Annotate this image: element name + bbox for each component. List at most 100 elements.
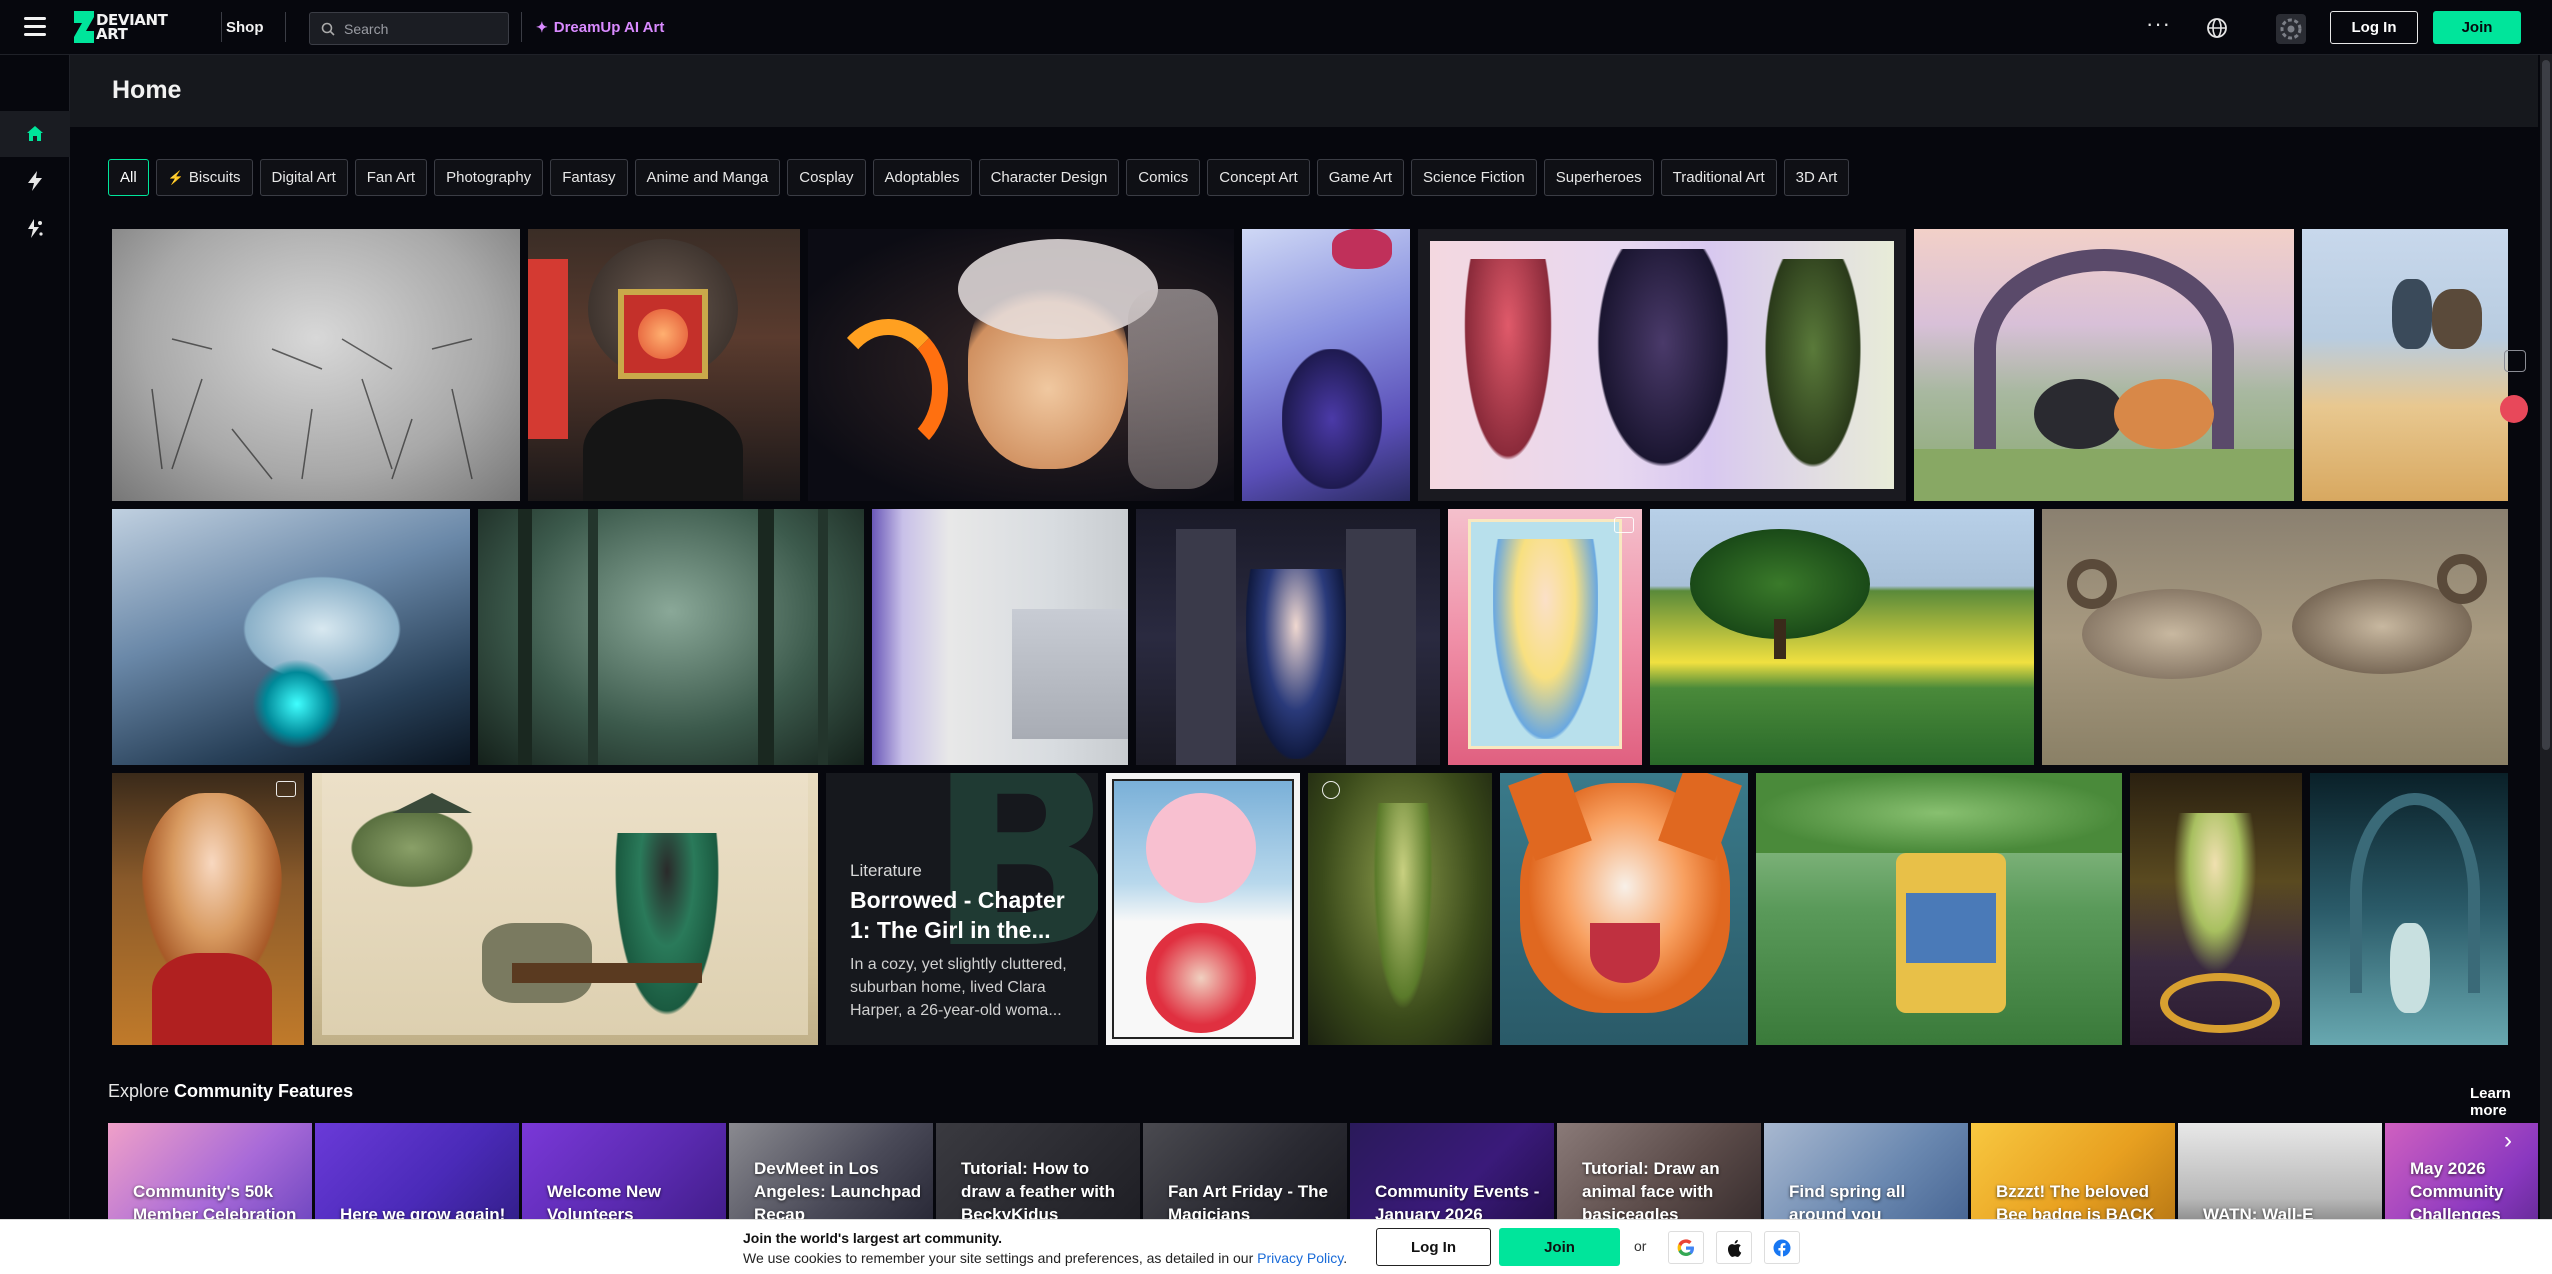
deviation-thumbnail[interactable] xyxy=(478,509,864,765)
deviantart-logo[interactable]: DEVIANT ART xyxy=(74,11,168,43)
search-box[interactable] xyxy=(309,12,509,45)
category-chip-science-fiction[interactable]: Science Fiction xyxy=(1411,159,1537,196)
cookie-end: . xyxy=(1343,1250,1348,1266)
literature-title: Borrowed - Chapter 1: The Girl in the... xyxy=(850,887,1065,943)
chip-label: All xyxy=(120,169,137,186)
gallery-view-icon[interactable] xyxy=(2504,350,2526,372)
deviation-thumbnail[interactable] xyxy=(1242,229,1410,501)
feature-card-label: DevMeet in Los Angeles: Launchpad Recap xyxy=(754,1159,922,1224)
deviation-thumbnail[interactable] xyxy=(1106,773,1300,1045)
deviation-thumbnail[interactable] xyxy=(1136,509,1440,765)
page-title: Home xyxy=(112,76,182,104)
deviation-thumbnail[interactable] xyxy=(1650,509,2034,765)
category-chip-comics[interactable]: Comics xyxy=(1126,159,1201,196)
deviation-thumbnail[interactable] xyxy=(528,229,800,501)
explore-heading: Explore Community Features xyxy=(108,1081,353,1102)
join-button[interactable]: Join xyxy=(2433,11,2521,44)
chip-label: Digital Art xyxy=(271,169,336,186)
deviation-thumbnail[interactable] xyxy=(1756,773,2122,1045)
deviation-gallery: B Literature Borrowed - Chapter 1: The G… xyxy=(112,229,2508,1101)
cookie-login-button[interactable]: Log In xyxy=(1376,1228,1491,1266)
search-icon xyxy=(321,22,335,36)
deviation-thumbnail[interactable] xyxy=(1914,229,2294,501)
category-chip-concept-art[interactable]: Concept Art xyxy=(1207,159,1310,196)
chip-label: Traditional Art xyxy=(1672,169,1765,186)
category-chip-game-art[interactable]: Game Art xyxy=(1316,159,1405,196)
deviation-thumbnail[interactable] xyxy=(2042,509,2508,765)
learn-more-link[interactable]: Learn more xyxy=(2470,1085,2538,1119)
deviantart-logo-icon xyxy=(74,11,94,43)
scrollbar-thumb[interactable] xyxy=(2542,60,2550,750)
category-chip-all[interactable]: All xyxy=(108,159,149,196)
deviation-thumbnail[interactable] xyxy=(1448,509,1642,765)
globe-icon[interactable] xyxy=(2205,16,2229,40)
sparkle-icon: ✦ xyxy=(536,19,548,35)
settings-gear-icon[interactable] xyxy=(2276,14,2306,44)
facebook-login-icon[interactable] xyxy=(1764,1231,1800,1264)
lightning-icon: ⚡ xyxy=(167,169,184,185)
deviation-thumbnail[interactable] xyxy=(2130,773,2302,1045)
cookie-body: We use cookies to remember your site set… xyxy=(743,1250,1254,1266)
chevron-right-icon[interactable]: › xyxy=(2504,1127,2534,1157)
chip-label: Game Art xyxy=(1328,169,1393,186)
chip-label: Fantasy xyxy=(562,169,616,186)
divider xyxy=(521,12,522,42)
shop-link[interactable]: Shop xyxy=(226,19,264,36)
chip-label: Fan Art xyxy=(366,169,416,186)
chip-label: Superheroes xyxy=(1555,169,1642,186)
login-button[interactable]: Log In xyxy=(2330,11,2418,44)
explore-title: Community Features xyxy=(174,1081,354,1101)
search-input[interactable] xyxy=(344,20,504,37)
category-chip-anime-and-manga[interactable]: Anime and Manga xyxy=(634,159,781,196)
category-chip-photography[interactable]: Photography xyxy=(434,159,544,196)
category-chip-cosplay[interactable]: Cosplay xyxy=(787,159,866,196)
category-chip-fan-art[interactable]: Fan Art xyxy=(354,159,428,196)
deviation-thumbnail[interactable] xyxy=(2310,773,2508,1045)
multi-image-icon xyxy=(1322,781,1340,799)
cookie-title: Join the world's largest art community. xyxy=(743,1230,1003,1246)
category-chip-3d-art[interactable]: 3D Art xyxy=(1783,159,1850,196)
literature-card[interactable]: B Literature Borrowed - Chapter 1: The G… xyxy=(826,773,1098,1045)
deviation-thumbnail[interactable] xyxy=(1308,773,1492,1045)
category-chip-biscuits[interactable]: ⚡ Biscuits xyxy=(155,159,253,196)
category-chip-digital-art[interactable]: Digital Art xyxy=(259,159,348,196)
category-chip-fantasy[interactable]: Fantasy xyxy=(550,159,628,196)
home-icon xyxy=(27,126,43,141)
category-chip-superheroes[interactable]: Superheroes xyxy=(1543,159,1654,196)
chip-label: Cosplay xyxy=(799,169,854,186)
deviation-thumbnail[interactable] xyxy=(1418,229,1906,501)
translate-icon[interactable] xyxy=(2500,395,2528,423)
deviation-thumbnail[interactable] xyxy=(112,509,470,765)
category-chip-character-design[interactable]: Character Design xyxy=(978,159,1120,196)
literature-excerpt: In a cozy, yet slightly cluttered, subur… xyxy=(850,956,1067,1019)
dreamup-link[interactable]: ✦ DreamUp AI Art xyxy=(536,19,664,36)
cookie-text: We use cookies to remember your site set… xyxy=(743,1250,1347,1266)
chip-label: Comics xyxy=(1138,169,1189,186)
category-chip-traditional-art[interactable]: Traditional Art xyxy=(1660,159,1777,196)
category-chip-adoptables[interactable]: Adoptables xyxy=(872,159,972,196)
chip-label: Adoptables xyxy=(884,169,960,186)
divider xyxy=(221,12,222,42)
deviation-thumbnail[interactable] xyxy=(112,773,304,1045)
menu-icon[interactable] xyxy=(24,17,46,37)
deviation-thumbnail[interactable] xyxy=(2302,229,2508,501)
deviation-thumbnail[interactable] xyxy=(1500,773,1748,1045)
more-horizontal-icon[interactable]: ··· xyxy=(2146,13,2171,35)
chip-label: 3D Art xyxy=(1795,169,1838,186)
apple-login-icon[interactable] xyxy=(1716,1231,1752,1264)
deviation-thumbnail[interactable] xyxy=(112,229,520,501)
sidebar-item-home[interactable] xyxy=(0,111,70,157)
privacy-policy-link[interactable]: Privacy Policy xyxy=(1257,1250,1343,1266)
sidebar-item-dreamup[interactable] xyxy=(0,206,70,252)
cookie-join-button[interactable]: Join xyxy=(1499,1228,1620,1266)
literature-watermark: B xyxy=(927,773,1098,1003)
sidebar-item-deviations[interactable] xyxy=(0,158,70,204)
deviation-thumbnail[interactable] xyxy=(808,229,1234,501)
chip-label: Anime and Manga xyxy=(646,169,769,186)
lightning-icon xyxy=(28,171,42,191)
deviation-thumbnail[interactable] xyxy=(312,773,818,1045)
deviation-thumbnail[interactable] xyxy=(872,509,1128,765)
chip-label: Biscuits xyxy=(188,169,241,186)
feature-card-label: Tutorial: Draw an animal face with basic… xyxy=(1582,1159,1720,1224)
google-login-icon[interactable] xyxy=(1668,1231,1704,1264)
